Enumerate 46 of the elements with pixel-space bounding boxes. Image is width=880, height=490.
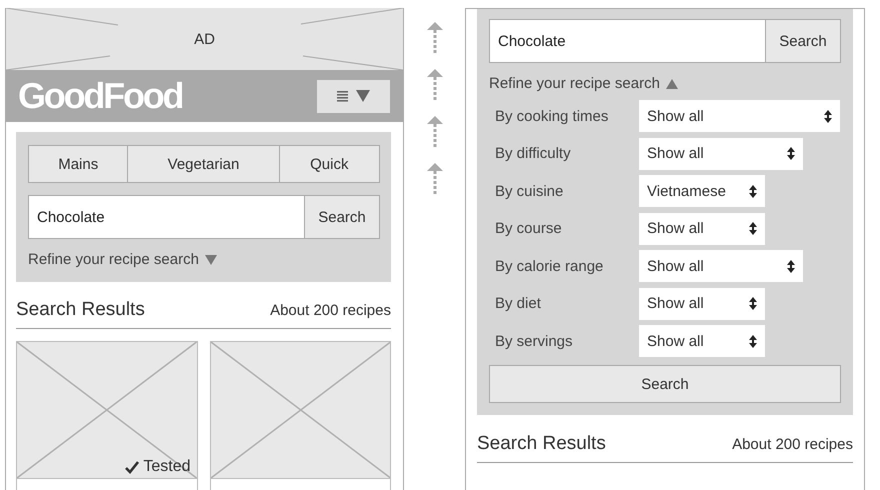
- filter-select[interactable]: Show all: [639, 138, 803, 170]
- dotted-arrow-icon: [426, 163, 442, 195]
- search-button[interactable]: Search: [766, 19, 841, 63]
- category-tab[interactable]: Vegetarian: [127, 146, 279, 182]
- filter-select[interactable]: Show all: [639, 250, 803, 282]
- stepper-icon: [749, 297, 757, 310]
- results-heading: Search Results: [16, 299, 145, 321]
- caret-icon: [356, 90, 370, 102]
- filter-label: By cooking times: [494, 108, 610, 124]
- search-input[interactable]: Chocolate: [29, 196, 304, 238]
- stepper-icon: [749, 334, 757, 348]
- stepper-icon: [749, 184, 757, 198]
- tested-label: Tested: [143, 458, 190, 476]
- search-button[interactable]: Search: [305, 195, 380, 239]
- filter-label: By difficulty: [494, 145, 572, 162]
- filter-label: By cuisine: [494, 182, 564, 200]
- stepper-icon: [749, 222, 757, 235]
- refine-search-link[interactable]: Refine your recipe search: [489, 75, 660, 92]
- filter-select[interactable]: Show all: [639, 212, 765, 244]
- search-button[interactable]: Search: [489, 365, 841, 403]
- filter-label: By course: [494, 220, 563, 237]
- filter-label: By diet: [494, 295, 542, 312]
- filter-select[interactable]: Vietnamese: [639, 175, 765, 207]
- stepper-icon: [787, 147, 795, 160]
- menu-icon: [337, 90, 348, 102]
- search-input[interactable]: Chocolate: [490, 20, 765, 62]
- stepper-icon: [824, 110, 832, 122]
- results-count: About 200 recipes: [732, 436, 853, 453]
- category-tab[interactable]: Mains: [29, 146, 128, 182]
- dotted-arrow-icon: [426, 116, 442, 148]
- category-tab[interactable]: Quick: [278, 146, 379, 182]
- menu-button[interactable]: [317, 80, 390, 112]
- filter-select[interactable]: Show all: [639, 288, 765, 320]
- filter-select[interactable]: Show all: [639, 325, 765, 357]
- ad-label: AD: [194, 30, 215, 48]
- refine-search-link[interactable]: Refine your recipe search: [28, 251, 199, 268]
- results-heading: Search Results: [477, 433, 606, 455]
- expand-caret-icon[interactable]: [204, 254, 217, 264]
- filter-label: By calorie range: [494, 258, 604, 274]
- dotted-arrow-icon: [426, 69, 442, 101]
- stepper-icon: [787, 260, 795, 272]
- dotted-arrow-icon: [426, 22, 442, 54]
- filter-label: By servings: [494, 332, 574, 350]
- results-count: About 200 recipes: [270, 302, 391, 319]
- collapse-caret-icon[interactable]: [666, 78, 678, 88]
- filter-select[interactable]: Show all: [639, 100, 840, 132]
